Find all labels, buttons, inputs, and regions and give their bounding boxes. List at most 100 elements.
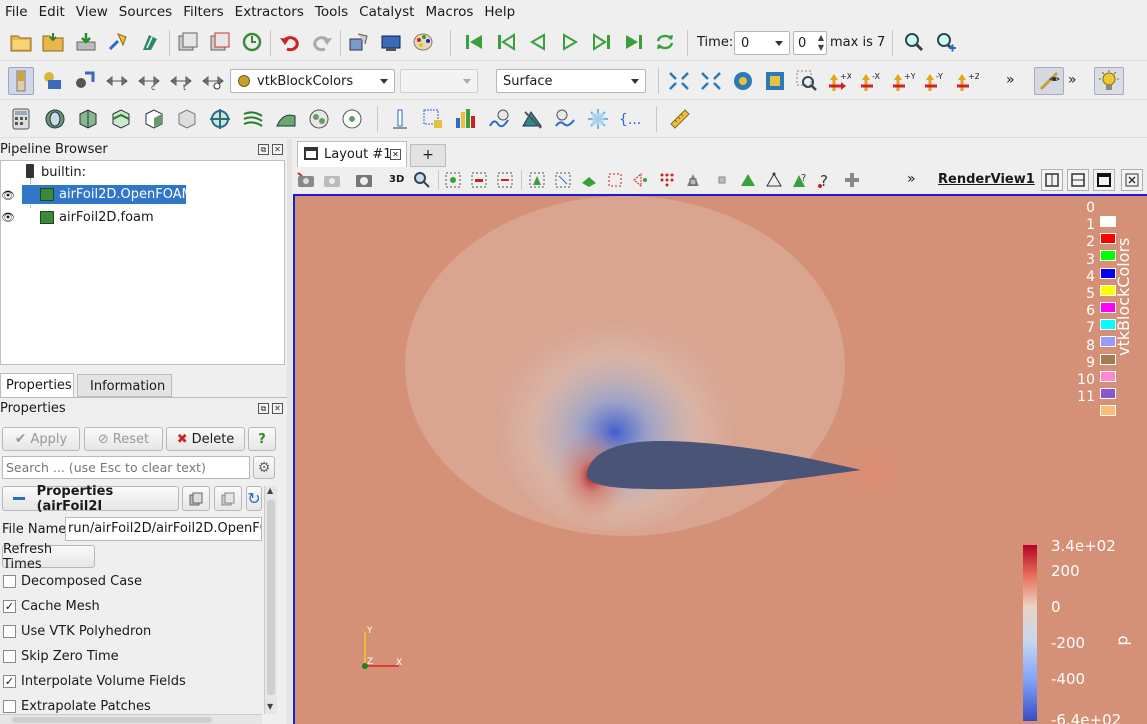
overflow-chevron-icon[interactable]: » [1006, 72, 1015, 88]
split-vertical-icon[interactable] [1067, 169, 1089, 191]
extrapolate-patches-checkbox[interactable] [3, 700, 16, 713]
rescale-temporal-icon[interactable]: c [137, 69, 161, 93]
color-by-combo[interactable]: vtkBlockColors [230, 69, 395, 93]
scrollbar-thumb[interactable] [267, 500, 275, 695]
load-state-icon[interactable] [176, 30, 200, 54]
interaction-mode-icon[interactable] [1034, 67, 1064, 95]
select-frustum-icon[interactable] [496, 171, 514, 189]
extract-level-icon[interactable] [340, 107, 364, 131]
reset-range-icon[interactable] [73, 69, 97, 93]
find-data-query-icon[interactable]: ? [817, 171, 835, 189]
reload-button[interactable]: ↻ [246, 486, 262, 511]
clip-icon[interactable] [76, 107, 100, 131]
set-view-neg-y-icon[interactable]: -Y [923, 69, 947, 93]
split-horizontal-icon[interactable] [1041, 169, 1063, 191]
save-state-icon[interactable] [208, 30, 232, 54]
loop-icon[interactable] [653, 30, 677, 54]
pipeline-item-foam[interactable]: airFoil2D.foam [22, 208, 172, 227]
menu-help[interactable]: Help [479, 0, 521, 24]
previous-frame-icon[interactable] [494, 30, 518, 54]
menu-view[interactable]: View [71, 0, 114, 24]
rescale-visible-range-icon[interactable] [201, 69, 225, 93]
set-view-pos-y-icon[interactable]: +Y [891, 69, 915, 93]
menu-extractors[interactable]: Extractors [230, 0, 310, 24]
close-tab-icon[interactable]: ✕ [390, 149, 401, 160]
camera-undo-icon[interactable] [347, 30, 371, 54]
time-index-spinbox[interactable]: 0 ▲ ▼ [793, 31, 827, 55]
representation-combo[interactable]: Surface [496, 69, 646, 93]
capture-screenshot-icon[interactable] [297, 171, 315, 189]
stream-tracer-icon[interactable] [241, 107, 265, 131]
delete-button[interactable]: ✖ Delete [166, 427, 245, 451]
threshold-icon[interactable] [142, 107, 166, 131]
advanced-settings-button[interactable]: ⚙ [253, 456, 275, 479]
camera-redo-icon[interactable] [379, 30, 403, 54]
first-frame-icon[interactable] [462, 30, 486, 54]
rescale-visible-icon[interactable]: t [169, 69, 193, 93]
properties-section-header[interactable]: Properties (airFoil2I [2, 484, 179, 514]
menu-macros[interactable]: Macros [420, 0, 479, 24]
horizontal-scrollbar[interactable] [0, 714, 262, 724]
camera-screenshot-icon[interactable] [355, 171, 373, 189]
cache-mesh-checkbox[interactable]: ✓ [3, 600, 16, 613]
light-kit-icon[interactable] [1094, 67, 1124, 95]
hover-points-icon[interactable] [632, 171, 650, 189]
render-view[interactable]: vtkBlockColors 3.4e+02 200 0 -200 -400 -… [293, 194, 1147, 724]
interactive-select-points-icon[interactable] [606, 171, 624, 189]
time-value-combo[interactable]: 0 [734, 31, 790, 55]
set-view-pos-z-icon[interactable]: +Z [955, 69, 979, 93]
hover-cells-icon[interactable] [658, 171, 676, 189]
select-cells-polygon-icon[interactable] [554, 171, 572, 189]
float-panel-icon[interactable]: ⧉ [258, 403, 269, 414]
properties-scrollbar[interactable]: ▲ ▼ [264, 486, 277, 714]
close-panel-icon[interactable]: ✕ [272, 403, 283, 414]
paste-properties-button[interactable] [214, 486, 242, 511]
menu-file[interactable]: File [0, 0, 34, 24]
clear-selection-icon[interactable] [843, 171, 861, 189]
edit-color-map-icon[interactable] [41, 69, 65, 93]
tab-information[interactable]: Information [77, 374, 172, 397]
temporal-statistics-icon[interactable] [553, 107, 577, 131]
float-panel-icon[interactable]: ⧉ [258, 144, 269, 155]
probe-location-icon[interactable] [520, 107, 544, 131]
skip-zero-time-checkbox[interactable] [3, 650, 16, 663]
play-icon[interactable] [558, 30, 582, 54]
panel-splitter[interactable] [287, 139, 292, 724]
edit-selection-icon[interactable]: ? [791, 171, 809, 189]
search-input[interactable]: Search ... (use Esc to clear text) [2, 456, 250, 479]
refresh-times-button[interactable]: Refresh Times [2, 542, 95, 572]
shrink-selection-icon[interactable] [713, 171, 731, 189]
scroll-up-icon[interactable]: ▲ [267, 486, 273, 495]
calculator-icon[interactable] [9, 107, 33, 131]
select-cells-on-icon[interactable] [444, 171, 462, 189]
warp-by-vector-icon[interactable] [274, 107, 298, 131]
menu-tools[interactable]: Tools [310, 0, 354, 24]
interactive-select-cells-icon[interactable] [580, 171, 598, 189]
reset-session-icon[interactable] [240, 30, 264, 54]
menu-edit[interactable]: Edit [34, 0, 71, 24]
python-shell-icon[interactable] [138, 30, 162, 54]
select-block-icon[interactable] [528, 171, 546, 189]
color-palette-icon[interactable] [412, 30, 436, 54]
close-panel-icon[interactable]: ✕ [272, 144, 283, 155]
toggle-3d-button[interactable]: 3D [389, 174, 404, 185]
eye-visible-icon[interactable]: 👁 [1, 211, 15, 224]
open-file-icon[interactable] [9, 30, 33, 54]
component-combo[interactable] [400, 69, 478, 93]
find-data-add-icon[interactable] [934, 30, 958, 54]
redo-icon[interactable] [310, 30, 334, 54]
help-button[interactable]: ? [248, 427, 276, 451]
pipeline-root[interactable]: builtin: [41, 165, 86, 180]
file-name-field[interactable]: run/airFoil2D/airFoil2D.OpenFOAM [65, 517, 262, 541]
zoom-to-selection-icon[interactable] [795, 69, 819, 93]
group-datasets-icon[interactable] [307, 107, 331, 131]
reset-button[interactable]: ⊘ Reset [84, 427, 163, 451]
find-data-icon[interactable] [902, 30, 926, 54]
overflow-chevron-icon-2[interactable]: » [1068, 72, 1077, 88]
toggle-color-legend-icon[interactable] [8, 67, 34, 95]
connect-icon[interactable] [106, 30, 130, 54]
hscroll-thumb[interactable] [12, 717, 212, 723]
menu-sources[interactable]: Sources [114, 0, 178, 24]
copy-properties-button[interactable] [182, 486, 210, 511]
tab-properties[interactable]: Properties [0, 373, 74, 397]
